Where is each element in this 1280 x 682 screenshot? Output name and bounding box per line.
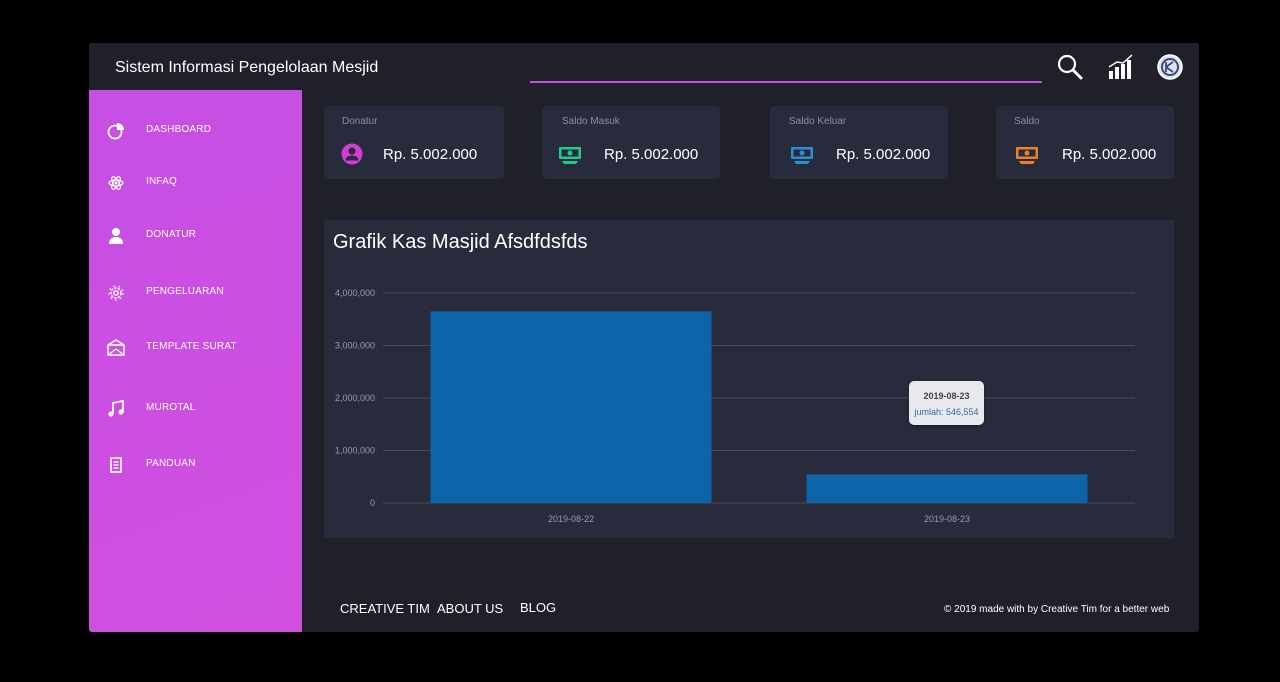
- footer-link-about-us[interactable]: ABOUT US: [437, 601, 503, 616]
- stat-card-saldo: Saldo Rp. 5.002.000: [996, 106, 1174, 179]
- pie-chart-icon: [107, 122, 125, 140]
- footer-link-blog[interactable]: BLOG: [520, 600, 556, 615]
- stat-card-saldo-masuk: Saldo Masuk Rp. 5.002.000: [542, 106, 720, 179]
- card-value: Rp. 5.002.000: [836, 146, 931, 163]
- gear-icon: [107, 284, 125, 302]
- sidebar-item-template-surat[interactable]: TEMPLATE SURAT: [89, 333, 302, 363]
- user-icon: [107, 227, 125, 245]
- sidebar: DASHBOARD INFAQ DONATUR PENGELUARAN TEMP…: [89, 90, 302, 632]
- sidebar-item-infaq[interactable]: INFAQ: [89, 168, 302, 198]
- sidebar-item-label: DASHBOARD: [146, 124, 212, 135]
- y-tick-label: 3,000,000: [335, 341, 375, 351]
- copyright-text: © 2019 made with by Creative Tim for a b…: [944, 604, 1170, 615]
- sidebar-item-donatur[interactable]: DONATUR: [89, 221, 302, 251]
- chart-bar[interactable]: [430, 311, 712, 503]
- money-icon: [790, 143, 814, 165]
- sidebar-item-label: PANDUAN: [146, 458, 196, 469]
- x-tick-label: 2019-08-22: [548, 514, 594, 524]
- app-window: Sistem Informasi Pengelolaan Mesjid DASH…: [89, 43, 1199, 632]
- document-icon: [107, 456, 125, 474]
- y-tick-label: 0: [370, 498, 375, 508]
- y-tick-label: 1,000,000: [335, 446, 375, 456]
- search-input[interactable]: [530, 81, 1042, 83]
- card-value: Rp. 5.002.000: [383, 146, 478, 163]
- card-title: Donatur: [342, 116, 378, 127]
- sidebar-item-pengeluaran[interactable]: PENGELUARAN: [89, 278, 302, 308]
- card-title: Saldo Keluar: [789, 116, 847, 127]
- card-title: Saldo Masuk: [562, 116, 620, 127]
- person-circle-icon: [340, 143, 364, 165]
- stat-card-donatur: Donatur Rp. 5.002.000: [324, 106, 504, 179]
- chart-tooltip: 2019-08-23 jumlah: 546,554: [909, 381, 984, 425]
- card-value: Rp. 5.002.000: [1062, 146, 1157, 163]
- sidebar-item-label: TEMPLATE SURAT: [146, 341, 237, 352]
- money-icon: [558, 143, 582, 165]
- y-tick-label: 2,000,000: [335, 393, 375, 403]
- sidebar-item-murotal[interactable]: MUROTAL: [89, 394, 302, 424]
- chart-bar[interactable]: [806, 474, 1088, 503]
- tooltip-value: jumlah: 546,554: [914, 407, 979, 417]
- app-title: Sistem Informasi Pengelolaan Mesjid: [115, 59, 379, 76]
- stat-card-saldo-keluar: Saldo Keluar Rp. 5.002.000: [770, 106, 948, 179]
- y-tick-label: 4,000,000: [335, 288, 375, 298]
- tooltip-date: 2019-08-23: [923, 391, 970, 401]
- sidebar-item-panduan[interactable]: PANDUAN: [89, 450, 302, 480]
- sidebar-item-label: PENGELUARAN: [146, 286, 224, 297]
- sidebar-item-label: DONATUR: [146, 229, 197, 240]
- card-value: Rp. 5.002.000: [604, 146, 699, 163]
- logo-icon[interactable]: [1156, 53, 1184, 81]
- top-navbar: Sistem Informasi Pengelolaan Mesjid: [89, 43, 1199, 90]
- music-icon: [107, 399, 125, 418]
- sidebar-item-label: INFAQ: [146, 176, 178, 187]
- card-title: Saldo: [1014, 116, 1040, 127]
- chart-panel: Grafik Kas Masjid Afsdfdsfds 0 1,000,000 2…: [324, 220, 1174, 538]
- chart-icon[interactable]: [1107, 53, 1135, 81]
- bar-chart: 0 1,000,000 2,000,000 3,000,000 4,000,000 201…: [335, 288, 1135, 524]
- sidebar-item-dashboard[interactable]: DASHBOARD: [89, 116, 302, 146]
- sidebar-item-label: MUROTAL: [146, 402, 196, 413]
- mail-icon: [107, 339, 125, 357]
- atom-icon: [107, 174, 125, 192]
- x-tick-label: 2019-08-23: [924, 514, 970, 524]
- money-icon: [1015, 143, 1039, 165]
- search-icon[interactable]: [1056, 53, 1084, 81]
- footer-link-creative-tim[interactable]: CREATIVE TIM: [340, 601, 430, 616]
